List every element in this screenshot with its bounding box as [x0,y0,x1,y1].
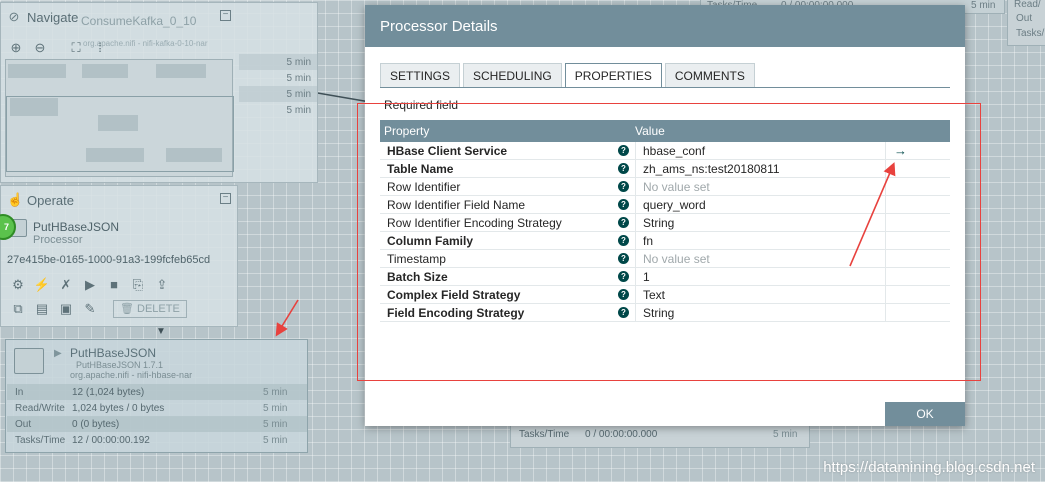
annotation-arrows [275,162,896,337]
annotation-arrow-to-service [849,162,896,267]
watermark: https://datamining.blog.csdn.net [823,459,1035,476]
annotation-arrow-to-card [275,299,299,337]
